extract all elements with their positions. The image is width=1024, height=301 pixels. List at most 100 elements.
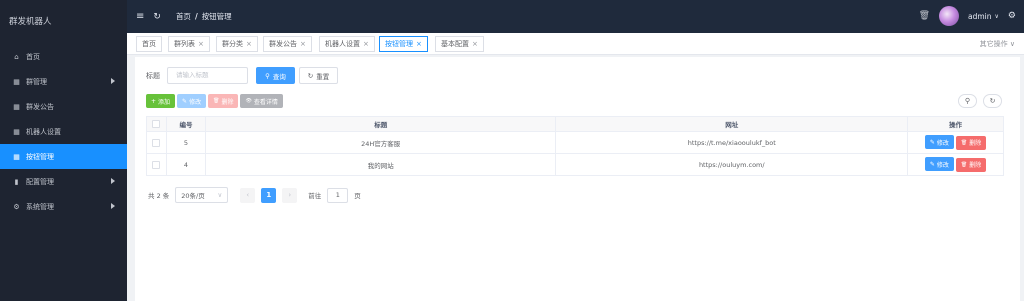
chevron-right-icon (111, 78, 115, 84)
sidebar-item-0[interactable]: ⌂ 首页 (0, 44, 127, 69)
cell-actions: ✎ 修改 🗑 删除 (907, 153, 1004, 176)
tab-label: 群列表 (174, 40, 195, 48)
chevron-down-icon: ∨ (217, 191, 223, 199)
cell-id: 4 (166, 153, 206, 176)
sidebar-item-4[interactable]: ▦ 按钮管理 (0, 144, 127, 169)
refresh-table-button[interactable]: ↻ (983, 94, 1002, 108)
search-button[interactable]: ⚲ 查询 (256, 67, 295, 84)
grid-icon: ▦ (13, 152, 20, 161)
reset-icon: ↻ (307, 71, 314, 80)
tab-3[interactable]: 群发公告 × (263, 36, 312, 52)
search-icon: ⚲ (964, 97, 971, 105)
breadcrumb-separator: / (194, 12, 198, 21)
trash-icon: 🗑 (960, 161, 968, 168)
grid-icon: ▦ (13, 127, 20, 136)
tab-label: 群发公告 (269, 40, 297, 48)
top-bar: ≡ ↻ 首页 / 按钮管理 🗑 admin ∨ ⚙ (127, 0, 1024, 33)
cell-title: 我的网站 (205, 153, 557, 176)
grid-icon: ▦ (13, 102, 20, 111)
sidebar: 群发机器人 ⌂ 首页 ▦ 群管理 ▦ 群发公告 ▦ 机器人设置 ▦ 按钮管理 ▮ 配置管理 ⚙ 系统管理 (0, 0, 127, 301)
reset-button[interactable]: ↻ 重置 (299, 67, 338, 84)
row-checkbox[interactable] (152, 138, 161, 147)
eye-icon: 👁 (245, 98, 252, 104)
view-detail-button[interactable]: 👁 查看详情 (240, 94, 283, 108)
trash-icon[interactable]: 🗑 (919, 11, 930, 21)
page-number-1[interactable]: 1 (261, 187, 277, 203)
row-delete-button[interactable]: 🗑 删除 (955, 135, 987, 150)
row-edit-label: 修改 (936, 161, 949, 169)
tab-6[interactable]: 基本配置 × (435, 36, 484, 52)
page-suffix: 页 (354, 192, 361, 200)
tab-4[interactable]: 机器人设置 × (319, 36, 375, 52)
search-button-label: 查询 (272, 72, 286, 81)
sidebar-item-2[interactable]: ▦ 群发公告 (0, 94, 127, 119)
sidebar-item-5[interactable]: ▮ 配置管理 (0, 169, 127, 194)
home-icon: ⌂ (14, 52, 19, 61)
refresh-icon[interactable]: ↻ (153, 12, 161, 22)
gear-icon[interactable]: ⚙ (1008, 11, 1016, 21)
bar-chart-icon: ▮ (14, 177, 19, 186)
page-size-value: 20条/页 (181, 192, 205, 200)
title-label: 标题 (146, 71, 160, 80)
next-page-button[interactable]: › (282, 187, 298, 203)
edit-button-label: 修改 (189, 98, 202, 106)
tab-5[interactable]: 按钮管理 × (379, 36, 428, 52)
tab-label: 机器人设置 (325, 40, 360, 48)
select-all-checkbox[interactable] (152, 120, 161, 128)
tab-2[interactable]: 群分类 × (216, 36, 258, 52)
edit-icon: ✎ (929, 160, 935, 168)
cell-url: https://ouluym.com/ (555, 153, 909, 176)
edit-button[interactable]: ✎ 修改 (177, 94, 207, 108)
close-icon[interactable]: × (246, 40, 252, 48)
delete-button[interactable]: 🗑 删除 (208, 94, 239, 108)
close-icon[interactable]: × (416, 40, 422, 48)
username: admin (968, 11, 992, 21)
tab-label: 首页 (142, 40, 156, 48)
row-edit-button[interactable]: ✎ 修改 (924, 157, 954, 172)
gear-icon: ⚙ (13, 202, 20, 211)
tab-0[interactable]: 首页 (136, 36, 162, 52)
sidebar-item-1[interactable]: ▦ 群管理 (0, 69, 127, 94)
action-toolbar: + 添加 ✎ 修改 🗑 删除 👁 查看详情 (146, 94, 283, 108)
cell-title: 24H官方客服 (205, 131, 557, 154)
column-header-id: 编号 (166, 116, 206, 132)
close-icon[interactable]: × (198, 40, 204, 48)
row-delete-label: 删除 (969, 162, 982, 170)
column-header-actions: 操作 (907, 116, 1004, 132)
sidebar-item-3[interactable]: ▦ 机器人设置 (0, 119, 127, 144)
sidebar-item-label: 机器人设置 (26, 127, 61, 136)
avatar[interactable] (939, 6, 960, 26)
goto-page-input[interactable]: 1 (327, 187, 349, 203)
view-detail-button-label: 查看详情 (253, 98, 278, 106)
plus-icon: + (151, 97, 157, 105)
close-icon[interactable]: × (472, 40, 478, 48)
buttons-table: 编号 标题 网址 操作 5 24H官方客服 https://t.me/xiaooul… (146, 116, 1004, 176)
search-form: 标题 请输入标题 ⚲ 查询 ↻ 重置 (146, 67, 338, 84)
row-edit-label: 修改 (936, 139, 949, 147)
row-checkbox[interactable] (152, 160, 161, 169)
sidebar-item-6[interactable]: ⚙ 系统管理 (0, 194, 127, 219)
close-icon[interactable]: × (363, 40, 369, 48)
breadcrumb-current: 按钮管理 (201, 12, 232, 21)
cell-id: 5 (166, 131, 206, 154)
menu-toggle-icon[interactable]: ≡ (136, 11, 144, 22)
refresh-icon: ↻ (989, 97, 996, 105)
sidebar-item-label: 首页 (26, 52, 40, 61)
page-size-select[interactable]: 20条/页 ∨ (175, 187, 229, 203)
search-icon: ⚲ (265, 71, 270, 80)
row-edit-button[interactable]: ✎ 修改 (924, 135, 954, 150)
tab-1[interactable]: 群列表 × (168, 36, 210, 52)
app-brand: 群发机器人 (9, 17, 52, 27)
user-menu[interactable]: admin ∨ (968, 12, 999, 21)
add-button[interactable]: + 添加 (146, 94, 176, 108)
title-search-input[interactable]: 请输入标题 (167, 67, 248, 84)
breadcrumb-home[interactable]: 首页 (176, 11, 191, 22)
other-operations-dropdown[interactable]: 其它操作 ∨ (980, 39, 1015, 49)
toggle-search-button[interactable]: ⚲ (958, 94, 977, 108)
prev-page-button[interactable]: ‹ (240, 187, 256, 203)
goto-label: 前往 (308, 192, 322, 200)
add-button-label: 添加 (158, 98, 171, 106)
close-icon[interactable]: × (300, 40, 306, 48)
row-delete-button[interactable]: 🗑 删除 (955, 157, 987, 172)
row-select-cell (146, 131, 167, 154)
